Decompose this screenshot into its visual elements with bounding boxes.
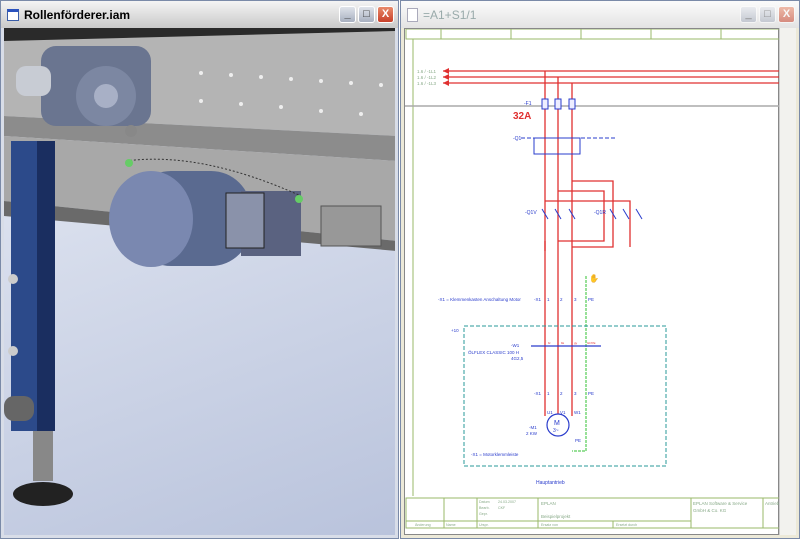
fuse-rating: 32A xyxy=(513,111,531,122)
svg-text:Ersatz von: Ersatz von xyxy=(541,523,558,527)
svg-text:1: 1 xyxy=(547,391,550,396)
conveyor-model xyxy=(4,28,395,506)
svg-text:CKF: CKF xyxy=(498,506,506,510)
svg-text:2: 2 xyxy=(560,297,563,302)
svg-text:24.03.2007: 24.03.2007 xyxy=(498,500,516,504)
motor-symbol: M3~ xyxy=(546,413,570,437)
location-label: +10 xyxy=(451,328,459,333)
supply-label: 1.6 / -1L3 xyxy=(417,81,437,86)
motor-terminal-desc: -X1 = Motorklemmleiste xyxy=(471,452,519,457)
svg-text:PE: PE xyxy=(575,438,581,443)
svg-text:1: 1 xyxy=(547,297,550,302)
motor-power: 2 KW xyxy=(526,431,538,436)
circuit-diagram: 1.6 / -1L1 1.6 / -1L2 1.6 / -1L3 -F1 -Q1… xyxy=(405,28,782,529)
terminal-label: -X1 xyxy=(534,297,542,302)
power-wires xyxy=(443,70,781,416)
terminal-desc: -X1 = Klemmenkasten Anschaltung Motor xyxy=(438,297,521,302)
svg-text:3: 3 xyxy=(574,391,577,396)
svg-text:Ersetzt durch: Ersetzt durch xyxy=(616,523,637,527)
svg-text:Urspr.: Urspr. xyxy=(479,523,489,527)
contactor-label: -Q1V xyxy=(525,210,537,216)
svg-text:3~: 3~ xyxy=(553,428,559,434)
title-bar[interactable]: =A1+S1/1 _ □ X xyxy=(401,1,799,28)
minimize-button[interactable]: _ xyxy=(740,6,757,23)
svg-text:Gepr.: Gepr. xyxy=(479,512,488,516)
svg-text:3: 3 xyxy=(574,297,577,302)
close-button[interactable]: X xyxy=(778,6,795,23)
svg-text:EPLAN Software & Service: EPLAN Software & Service xyxy=(693,501,748,506)
svg-text:br: br xyxy=(548,341,551,345)
title-bar[interactable]: Rollenförderer.iam _ □ X xyxy=(1,1,398,28)
svg-text:2: 2 xyxy=(560,391,563,396)
caption: Hauptantrieb xyxy=(536,480,565,486)
svg-text:bk: bk xyxy=(561,341,565,345)
svg-text:GNYE: GNYE xyxy=(587,341,596,345)
fuse-label: -F1 xyxy=(524,101,532,107)
document-icon xyxy=(407,7,418,22)
cable-size: 4G2,5 xyxy=(511,356,524,361)
svg-text:gy: gy xyxy=(574,341,578,345)
cable-label: -W1 xyxy=(511,343,520,348)
maximize-button[interactable]: □ xyxy=(759,6,776,23)
svg-text:GmbH & Co. KG: GmbH & Co. KG xyxy=(693,508,727,513)
svg-text:EPLAN: EPLAN xyxy=(541,501,556,506)
inventor-window: Rollenförderer.iam _ □ X xyxy=(0,0,399,539)
window-title: =A1+S1/1 xyxy=(423,7,477,22)
svg-text:W1: W1 xyxy=(574,410,581,415)
schematic-sheet[interactable]: 1.6 / -1L1 1.6 / -1L2 1.6 / -1L3 -F1 -Q1… xyxy=(404,28,782,535)
window-title: Rollenförderer.iam xyxy=(24,7,131,22)
cursor-icon: ✋ xyxy=(589,273,599,283)
supply-label: 1.6 / -1L1 xyxy=(417,69,437,74)
location-box xyxy=(463,325,667,467)
supply-label: 1.6 / -1L2 xyxy=(417,75,437,80)
3d-viewport[interactable] xyxy=(4,28,395,535)
cable-type: ÖLFLEX CLASSIC 100 H xyxy=(468,349,519,355)
svg-text:Änderung: Änderung xyxy=(415,523,431,527)
window-icon xyxy=(7,8,19,21)
svg-text:M: M xyxy=(554,420,560,427)
svg-text:-X1: -X1 xyxy=(534,391,542,396)
svg-text:Bearb.: Bearb. xyxy=(479,506,490,510)
svg-text:Name: Name xyxy=(446,523,456,527)
minimize-button[interactable]: _ xyxy=(339,6,356,23)
close-button[interactable]: X xyxy=(377,6,394,23)
eplan-window: =A1+S1/1 _ □ X 1.6 / -1L1 1.6 / -1L2 1.6… xyxy=(400,0,800,539)
svg-text:Antrieb: Antrieb xyxy=(765,501,780,506)
contactor-label: -Q1R xyxy=(594,210,606,216)
svg-text:Datum: Datum xyxy=(479,500,490,504)
svg-text:U1: U1 xyxy=(547,410,553,415)
svg-text:PE: PE xyxy=(588,391,594,396)
sheet-frame xyxy=(405,28,782,496)
motor-label: -M1 xyxy=(529,425,537,430)
vertical-scrollbar[interactable] xyxy=(779,28,796,535)
svg-text:PE: PE xyxy=(588,297,594,302)
breaker-label: -Q1 xyxy=(513,136,522,142)
svg-text:Beispielprojekt: Beispielprojekt xyxy=(541,514,571,519)
maximize-button[interactable]: □ xyxy=(358,6,375,23)
